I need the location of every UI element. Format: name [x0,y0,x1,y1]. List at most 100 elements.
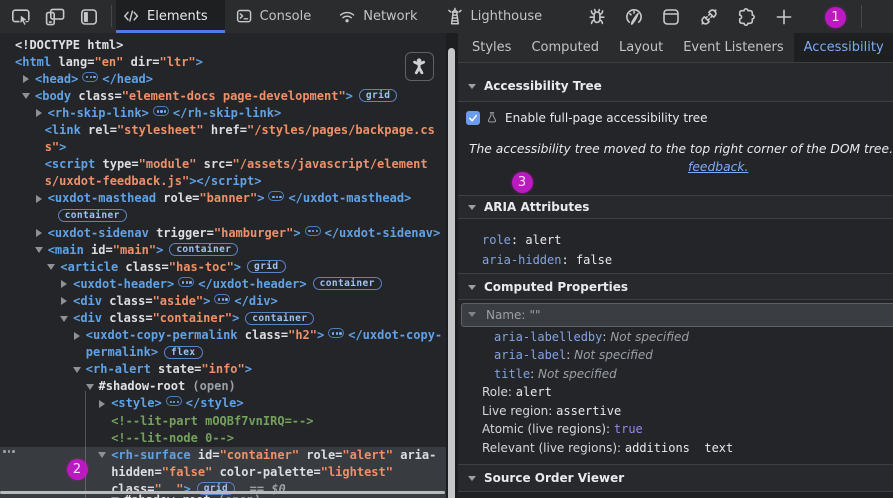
caret-collapsed-icon[interactable] [21,71,31,88]
row-menu-dots-icon[interactable] [3,450,19,456]
dom-tree-line[interactable]: <head> </head> [0,71,446,88]
dom-tree-line[interactable]: s"> [0,139,446,156]
horizontal-scrollbar[interactable] [0,491,445,494]
caret-expanded-icon[interactable] [97,447,107,464]
code-token: class= [237,328,289,343]
inspect-button[interactable] [9,5,33,29]
caret-collapsed-icon[interactable] [34,105,44,122]
dom-tree-line[interactable]: container [0,207,446,224]
collapsed-content-ellipsis-icon[interactable] [328,328,345,339]
caret-collapsed-icon[interactable] [97,395,107,412]
collapsed-content-ellipsis-icon[interactable] [214,293,231,304]
caret-collapsed-icon[interactable] [34,225,44,242]
collapsed-content-ellipsis-icon[interactable] [82,71,99,82]
caret-expanded-icon[interactable] [85,378,95,395]
dom-tree-line[interactable]: <main id="main"> container [0,242,446,259]
code-token: > [233,259,242,274]
layout-badge[interactable]: grid [358,89,398,103]
dock-panel-button[interactable] [77,5,101,29]
layout-badge[interactable]: container [245,311,315,325]
dom-tree-line[interactable]: <html lang="en" dir="ltr"> [0,54,446,71]
device-toolbar-button[interactable] [43,5,67,29]
tab-network[interactable]: Network [332,0,434,33]
caret-collapsed-icon[interactable] [72,327,82,344]
layout-badge[interactable]: container [57,208,127,222]
bug-button[interactable] [585,5,609,29]
code-token: <rh-alert [85,362,151,377]
application-button[interactable] [659,5,683,29]
section-computed-properties[interactable]: Computed Properties [458,273,893,300]
caret-expanded-icon[interactable] [72,361,82,378]
code-token: src= [196,157,233,172]
dom-tree-line[interactable]: <uxdot-copy-permalink class="h2"> </uxdot… [0,327,446,344]
dom-tree-line[interactable]: <div class="aside"> </div> [0,293,446,310]
dom-tree-line[interactable]: <rh-surface id="container" role="alert" … [0,447,446,464]
gear-button[interactable] [734,5,758,29]
aria-colon: : [510,233,526,247]
section-source-order-viewer[interactable]: Source Order Viewer [458,463,893,492]
dom-tree-line[interactable]: <body class="element-docs page-developme… [0,88,446,105]
sidebar-tab-layout[interactable]: Layout [609,33,673,62]
code-token: "info" [201,362,245,377]
aria-name: role [482,233,511,247]
collapsed-content-ellipsis-icon[interactable] [304,225,321,236]
dom-tree-line[interactable]: <div class="container"> container [0,310,446,327]
plus-button[interactable] [772,5,796,29]
layout-badge[interactable]: container [312,277,382,291]
caret-expanded-icon[interactable] [46,259,56,276]
gauge-button[interactable] [622,5,646,29]
dom-tree-line[interactable]: permalink> flex [0,344,446,361]
dom-tree: <!DOCTYPE html> <html lang="en" dir="ltr"… [0,33,446,498]
code-token: <div [73,293,102,308]
panel-divider[interactable] [446,33,458,498]
computed-name-row[interactable]: Name: "" [461,303,893,327]
collapsed-content-ellipsis-icon[interactable] [152,105,169,116]
dom-tree-line[interactable]: <script type="module" src="/assets/javas… [0,156,446,173]
layout-badge[interactable]: container [169,243,239,257]
feedback-link[interactable]: feedback. [688,160,748,174]
sidebar-tab-event-listeners[interactable]: Event Listeners [673,33,793,62]
code-token: hidden= [111,464,162,479]
code-token: </uxdot-header> [198,276,307,291]
tab-elements[interactable]: Elements [116,0,225,33]
dom-tree-line[interactable]: #shadow-root (open) [0,378,446,395]
plug-button[interactable] [697,5,721,29]
checkbox-checked-icon[interactable] [466,110,480,125]
caret-collapsed-icon[interactable] [59,293,69,310]
dom-tree-line[interactable]: <link rel="stylesheet" href="/styles/pag… [0,122,446,139]
lighthouse-icon [446,7,465,26]
section-accessibility-tree[interactable]: Accessibility Tree [458,63,893,102]
section-aria-attributes[interactable]: ARIA Attributes [458,195,893,219]
caret-expanded-icon[interactable] [59,310,69,327]
dom-tree-line[interactable]: <style> </style> [0,395,446,412]
accessibility-tree-button[interactable] [405,52,434,81]
collapsed-content-ellipsis-icon[interactable] [165,396,182,407]
dom-tree-line[interactable]: <!--lit-part mOQBf7vnIRQ=--> [0,413,446,430]
tab-lighthouse[interactable]: Lighthouse [439,0,560,33]
tab-console[interactable]: Console [229,0,329,33]
device-toolbar-icon [45,7,65,27]
dom-tree-line[interactable]: <!--lit-node 0--> [0,430,446,447]
property-name: Relevant (live regions) [482,441,618,456]
layout-badge[interactable]: grid [247,260,286,274]
dom-tree-line[interactable]: <uxdot-sidenav trigger="hamburger"> </uxd… [0,225,446,242]
sidebar-tab-computed[interactable]: Computed [521,33,609,62]
dom-tree-line[interactable]: <rh-alert state="info"> [0,361,446,378]
dom-tree-line[interactable]: <uxdot-header> </uxdot-header> container [0,276,446,293]
collapsed-content-ellipsis-icon[interactable] [178,276,195,287]
caret-expanded-icon[interactable] [34,242,44,259]
dom-tree-line[interactable]: <article class="has-toc"> grid [0,259,446,276]
dom-tree-line[interactable]: <uxdot-masthead role="banner"> </uxdot-ma… [0,190,446,207]
computed-property-row: title: Not specified [458,365,893,384]
layout-badge[interactable]: flex [164,345,203,359]
sidebar-tab-styles[interactable]: Styles [462,33,521,62]
dom-tree-line[interactable]: <rh-skip-link> </rh-skip-link> [0,105,446,122]
caret-collapsed-icon[interactable] [34,190,44,207]
dom-tree-line[interactable]: s/uxdot-feedback.js"></script> [0,173,446,190]
collapsed-content-ellipsis-icon[interactable] [268,191,285,202]
vertical-scrollbar[interactable] [447,48,455,498]
sidebar-tab-accessibility[interactable]: Accessibility [793,33,893,62]
caret-collapsed-icon[interactable] [59,276,69,293]
dom-tree-line[interactable]: <!DOCTYPE html> [0,37,446,54]
caret-expanded-icon[interactable] [21,88,31,105]
